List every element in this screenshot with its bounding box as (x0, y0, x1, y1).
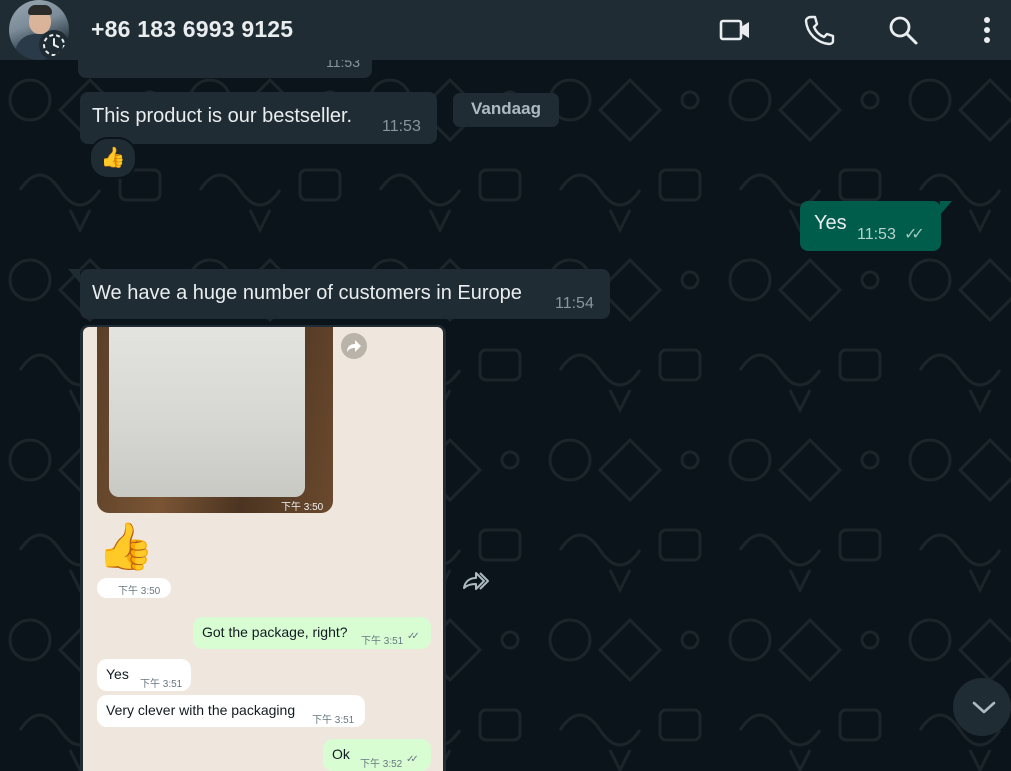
message-time: 11:53 (382, 118, 421, 135)
forward-icon[interactable] (460, 568, 492, 594)
emoji-time-chip: 下午 3:50 (97, 578, 171, 598)
contact-name[interactable]: +86 183 6993 9125 (91, 16, 293, 43)
screenshot-message-outgoing: Ok 下午 3:52 ✓✓ (323, 739, 431, 771)
voice-call-icon[interactable] (803, 14, 835, 46)
status-timer-icon (39, 30, 69, 60)
emoji-time: 下午 3:50 (118, 586, 161, 597)
chat-header: +86 183 6993 9125 (0, 0, 1011, 60)
photo-time: 下午 3:50 (281, 502, 324, 513)
read-ticks-icon: ✓✓ (406, 754, 419, 765)
screenshot-message-incoming: Very clever with the packaging 下午 3:51 (97, 695, 365, 727)
share-icon (341, 333, 367, 359)
package-bag (109, 327, 305, 497)
screenshot-message-text: Ok (332, 746, 350, 762)
message-time: 11:53 (857, 226, 896, 243)
video-call-icon[interactable] (719, 14, 751, 46)
read-ticks-icon: ✓✓ (407, 631, 420, 642)
reaction-badge[interactable]: 👍 (89, 137, 137, 179)
chevron-down-icon (972, 701, 996, 714)
thumbs-up-emoji: 👍 (97, 520, 155, 572)
date-chip: Vandaag (453, 93, 559, 127)
avatar-hair (28, 5, 52, 15)
screenshot-message-text: Yes (106, 666, 129, 682)
bubble-tail (940, 201, 952, 215)
message-time: 11:54 (555, 295, 594, 312)
contact-avatar[interactable] (9, 0, 69, 60)
partial-message-bubble[interactable]: 11:53 (78, 60, 372, 78)
screenshot-message-time: 下午 3:51 (312, 715, 355, 726)
screenshot-message-time: 下午 3:51 (361, 636, 404, 647)
menu-icon[interactable] (971, 14, 1003, 46)
read-ticks-icon: ✓✓ (904, 226, 925, 243)
message-text: This product is our bestseller. (92, 105, 353, 127)
screenshot-message-time: 下午 3:52 (360, 759, 403, 770)
message-incoming[interactable]: We have a huge number of customers in Eu… (80, 269, 610, 319)
screenshot-message-outgoing: Got the package, right? 下午 3:51 ✓✓ (193, 617, 431, 649)
screenshot-message-text: Very clever with the packaging (106, 702, 296, 718)
message-outgoing[interactable]: Yes 11:53 ✓✓ (800, 201, 941, 251)
screenshot-message-text: Got the package, right? (202, 624, 348, 640)
screenshot-message-incoming: Yes 下午 3:51 (97, 659, 191, 691)
bubble-tail (68, 269, 80, 283)
message-time: 11:53 (326, 60, 360, 70)
forwarded-screenshot-image[interactable]: 下午 3:50 👍 下午 3:50 Got the package, right… (83, 327, 443, 771)
scroll-to-bottom-button[interactable] (953, 678, 1011, 736)
search-icon[interactable] (887, 14, 919, 46)
package-photo (97, 327, 333, 513)
message-incoming[interactable]: This product is our bestseller. 11:53 (80, 92, 437, 144)
chat-area: 11:53 This product is our bestseller. 11… (0, 60, 1011, 771)
screenshot-message-time: 下午 3:51 (140, 679, 183, 690)
message-text: We have a huge number of customers in Eu… (92, 282, 522, 304)
message-text: Yes (814, 212, 847, 234)
